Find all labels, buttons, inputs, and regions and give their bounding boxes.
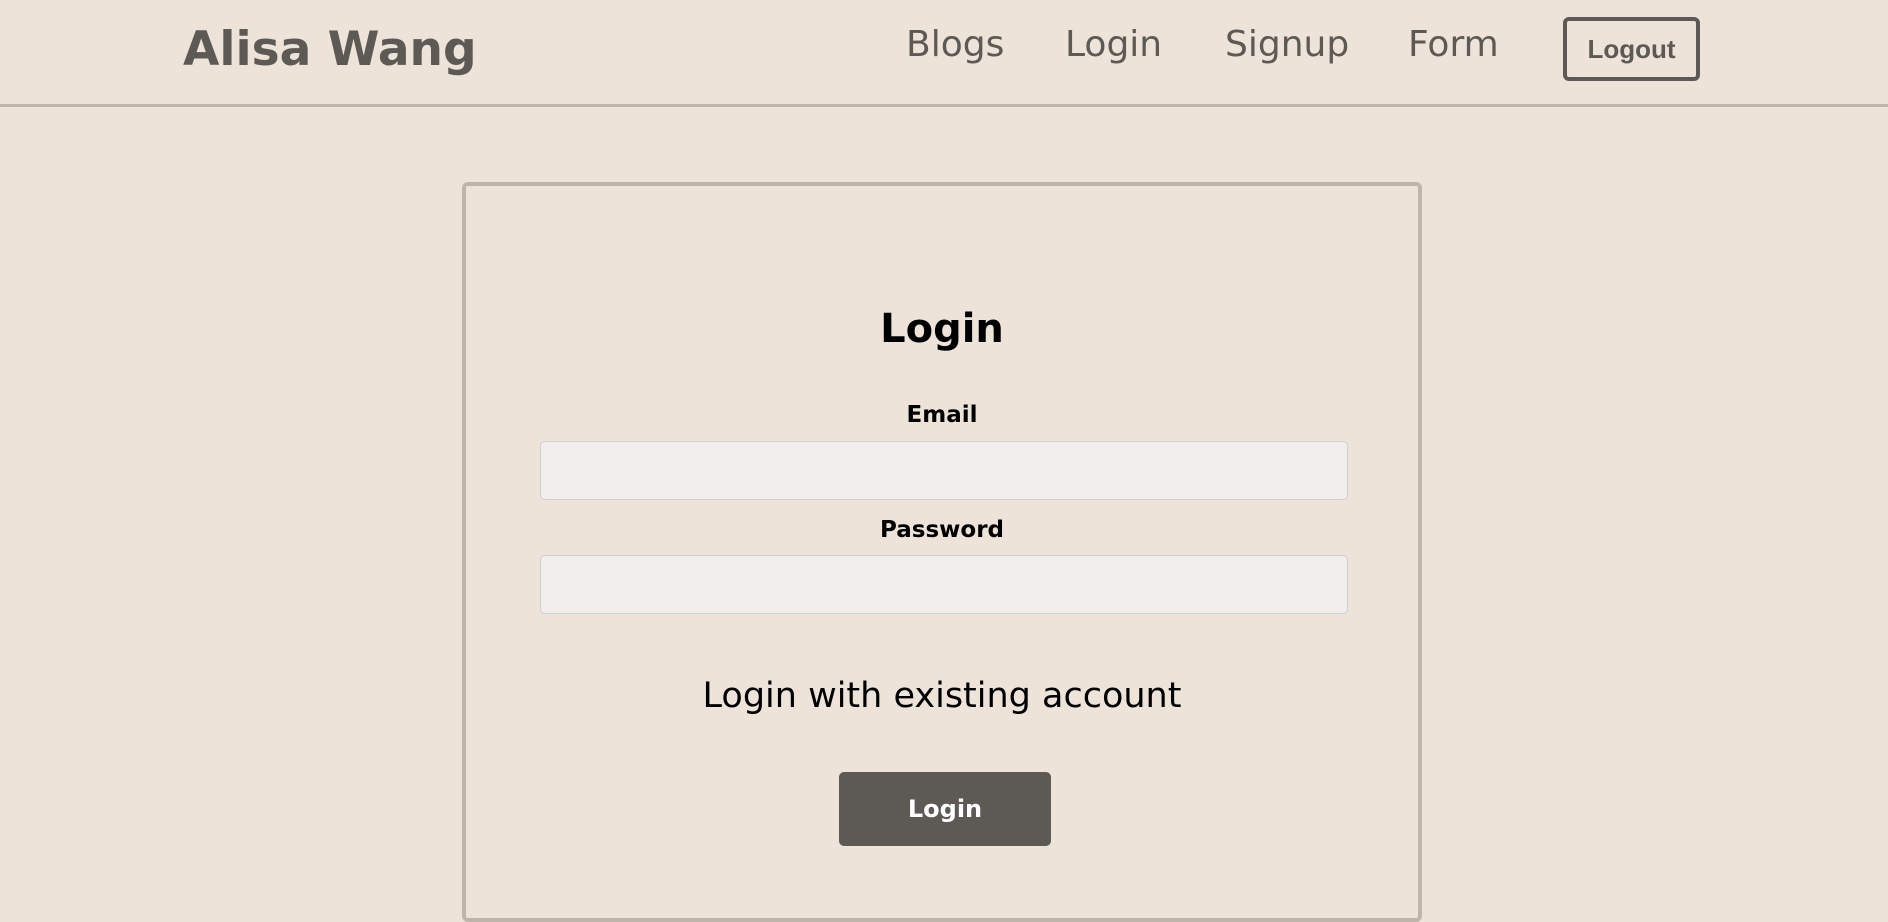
nav-link-login[interactable]: Login: [1065, 24, 1162, 65]
login-title: Login: [880, 306, 1004, 352]
password-label: Password: [880, 517, 1004, 543]
login-card: Login Email Password Login with existing…: [462, 182, 1422, 922]
nav-link-form[interactable]: Form: [1408, 24, 1499, 65]
password-field[interactable]: [540, 555, 1348, 614]
email-label: Email: [906, 402, 978, 428]
brand-name[interactable]: Alisa Wang: [183, 22, 477, 77]
email-field[interactable]: [540, 441, 1348, 500]
login-submit-button[interactable]: Login: [839, 772, 1051, 846]
nav-link-signup[interactable]: Signup: [1225, 24, 1349, 65]
logout-button[interactable]: Logout: [1563, 17, 1700, 81]
login-subtitle: Login with existing account: [702, 676, 1182, 716]
top-navbar: Alisa Wang Blogs Login Signup Form Logou…: [0, 0, 1888, 107]
nav-link-blogs[interactable]: Blogs: [906, 24, 1004, 65]
